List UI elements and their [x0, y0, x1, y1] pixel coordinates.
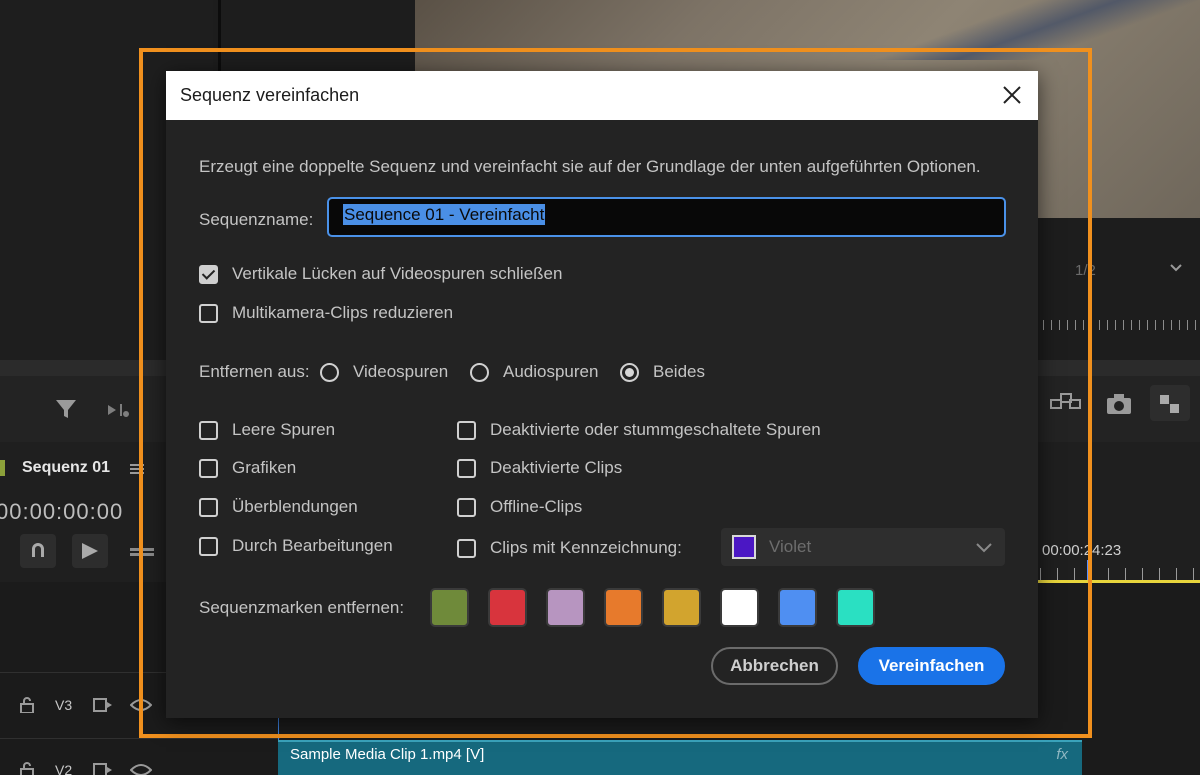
sequence-name-value: Sequence 01 - Vereinfacht — [343, 204, 546, 225]
checkbox-icon — [457, 458, 476, 478]
checkbox-checked-icon — [199, 264, 218, 284]
checkbox-icon — [457, 538, 476, 558]
sync-lock-icon[interactable] — [93, 698, 113, 712]
label-color-swatch — [732, 535, 756, 559]
close-gaps-checkbox[interactable]: Vertikale Lücken auf Videospuren schließ… — [199, 264, 562, 284]
labeled-clips-label: Clips mit Kennzeichnung: — [490, 538, 682, 557]
lock-icon[interactable] — [20, 697, 34, 713]
track-v3-label[interactable]: V3 — [55, 697, 72, 713]
clip-name: Sample Media Clip 1.mp4 [V] — [290, 746, 485, 763]
comparison-view-icon — [1160, 395, 1179, 413]
eye-icon[interactable] — [130, 763, 152, 775]
sequence-name-input[interactable]: Sequence 01 - Vereinfacht — [327, 197, 1006, 237]
remove-from-label: Entfernen aus: — [199, 362, 310, 381]
close-icon[interactable] — [996, 79, 1028, 111]
dialog-description: Erzeugt eine doppelte Sequenz und verein… — [199, 157, 981, 176]
close-gaps-label: Vertikale Lücken auf Videospuren schließ… — [232, 264, 563, 283]
cancel-button[interactable]: Abbrechen — [711, 647, 838, 685]
through-edits-checkbox[interactable]: Durch Bearbeitungen — [199, 536, 393, 556]
radio-audio-label: Audiospuren — [503, 362, 599, 381]
track-v2-label[interactable]: V2 — [55, 762, 72, 775]
disabled-clips-checkbox[interactable]: Deaktivierte Clips — [457, 458, 622, 478]
checkbox-icon — [199, 458, 218, 478]
disabled-muted-tracks-checkbox[interactable]: Deaktivierte oder stummgeschaltete Spure… — [457, 420, 821, 440]
radio-audio-tracks[interactable]: Audiospuren — [470, 362, 598, 382]
labeled-clips-checkbox[interactable]: Clips mit Kennzeichnung: — [457, 538, 682, 558]
marker-color-purple[interactable] — [546, 588, 585, 627]
sequence-color-label — [0, 460, 5, 476]
radio-video-tracks[interactable]: Videospuren — [320, 362, 448, 382]
radio-selected-icon — [620, 362, 639, 382]
chevron-down-icon — [976, 543, 992, 553]
transitions-checkbox[interactable]: Überblendungen — [199, 497, 358, 517]
play-to-icon[interactable] — [108, 402, 132, 418]
empty-tracks-checkbox[interactable]: Leere Spuren — [199, 420, 335, 440]
sequence-name-label: Sequenzname: — [199, 210, 314, 229]
marker-color-blue[interactable] — [778, 588, 817, 627]
reduce-multicam-label: Multikamera-Clips reduzieren — [232, 303, 454, 322]
sequence-tab-title[interactable]: Sequenz 01 — [22, 459, 110, 477]
radio-icon — [320, 362, 339, 382]
simplify-sequence-dialog: Sequenz vereinfachen Erzeugt eine doppel… — [166, 71, 1038, 718]
graphics-checkbox[interactable]: Grafiken — [199, 458, 296, 478]
radio-both-label: Beides — [653, 362, 705, 381]
camera-icon[interactable] — [1106, 393, 1132, 415]
checkbox-icon — [457, 420, 476, 440]
disabled-muted-tracks-label: Deaktivierte oder stummgeschaltete Spure… — [490, 420, 821, 439]
marker-color-green[interactable] — [430, 588, 469, 627]
checkbox-icon — [199, 536, 218, 556]
sequence-markers-label: Sequenzmarken entfernen: — [199, 598, 405, 617]
radio-icon — [470, 362, 489, 382]
marker-color-red[interactable] — [488, 588, 527, 627]
through-edits-label: Durch Bearbeitungen — [232, 536, 393, 555]
simplify-button[interactable]: Vereinfachen — [858, 647, 1005, 685]
lock-icon[interactable] — [20, 762, 34, 775]
filter-icon[interactable] — [55, 398, 77, 420]
checkbox-icon — [199, 497, 218, 517]
label-color-dropdown[interactable]: Violet — [721, 528, 1005, 566]
checkbox-icon — [199, 303, 218, 323]
radio-video-label: Videospuren — [353, 362, 449, 381]
fx-badge: fx — [1056, 746, 1068, 763]
dialog-title: Sequenz vereinfachen — [180, 85, 360, 105]
marker-color-orange[interactable] — [604, 588, 643, 627]
track-divider — [0, 738, 280, 739]
sync-lock-icon[interactable] — [93, 763, 113, 775]
timeline-clip[interactable]: Sample Media Clip 1.mp4 [V] fx — [278, 740, 1082, 775]
marker-color-white[interactable] — [720, 588, 759, 627]
chevron-down-icon[interactable] — [1170, 262, 1182, 274]
linked-selection-icon — [82, 543, 98, 559]
checkbox-icon — [457, 497, 476, 517]
empty-tracks-label: Leere Spuren — [232, 420, 336, 439]
graphics-label: Grafiken — [232, 458, 297, 477]
dialog-titlebar: Sequenz vereinfachen — [166, 71, 1038, 120]
offline-clips-label: Offline-Clips — [490, 497, 583, 516]
marker-color-cyan[interactable] — [836, 588, 875, 627]
marker-color-yellow[interactable] — [662, 588, 701, 627]
checkbox-icon — [199, 420, 218, 440]
label-color-value: Violet — [769, 537, 812, 556]
playhead-timecode[interactable]: 00:00:00:00 — [0, 499, 123, 525]
magnet-icon — [32, 543, 44, 557]
disabled-clips-label: Deaktivierte Clips — [490, 458, 623, 477]
offline-clips-checkbox[interactable]: Offline-Clips — [457, 497, 582, 517]
radio-both[interactable]: Beides — [620, 362, 705, 382]
transitions-label: Überblendungen — [232, 497, 358, 516]
reduce-multicam-checkbox[interactable]: Multikamera-Clips reduzieren — [199, 303, 453, 323]
